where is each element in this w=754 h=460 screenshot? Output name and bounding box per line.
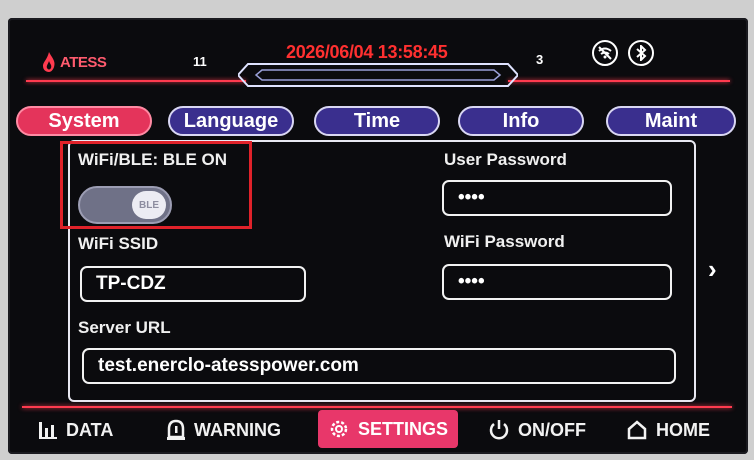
header-divider-left xyxy=(26,80,246,82)
header-indicator-left: 11 xyxy=(193,54,207,69)
wifi-ble-label: WiFi/BLE: BLE ON xyxy=(78,150,228,169)
nav-warning-label: WARNING xyxy=(194,419,281,440)
next-page-chevron[interactable]: › xyxy=(708,254,717,285)
wifi-ssid-label: WiFi SSID xyxy=(78,234,159,253)
header-indicator-right: 3 xyxy=(536,52,544,67)
server-url-field[interactable]: test.enerclo-atesspower.com xyxy=(82,348,676,384)
power-icon xyxy=(489,420,509,440)
device-frame: ATESS 11 2026/06/04 13:58:45 3 System La… xyxy=(0,0,754,460)
tab-language-label: Language xyxy=(183,109,279,132)
bar-chart-icon xyxy=(39,422,57,439)
nav-home-label: HOME xyxy=(656,419,710,440)
screen: ATESS 11 2026/06/04 13:58:45 3 System La… xyxy=(8,18,748,454)
nav-onoff-label: ON/OFF xyxy=(518,419,586,440)
nav-warning[interactable]: WARNING xyxy=(166,410,281,450)
header-divider-right xyxy=(508,80,730,82)
nav-home[interactable]: HOME xyxy=(626,410,710,450)
header-frame xyxy=(238,63,518,87)
nav-settings[interactable]: SETTINGS xyxy=(318,410,459,448)
tab-maint-label: Maint xyxy=(644,109,698,132)
tab-info-label: Info xyxy=(502,109,540,132)
bottom-divider xyxy=(22,406,732,408)
status-icons xyxy=(592,40,654,66)
brand-name: ATESS xyxy=(60,53,107,71)
alarm-icon xyxy=(167,419,185,440)
user-password-field[interactable]: •••• xyxy=(442,180,672,216)
bluetooth-icon xyxy=(628,40,654,66)
wifi-password-field[interactable]: •••• xyxy=(442,264,672,300)
tab-system[interactable]: System xyxy=(16,106,152,136)
nav-data[interactable]: DATA xyxy=(38,410,113,450)
nav-data-label: DATA xyxy=(66,419,114,440)
tab-time[interactable]: Time xyxy=(314,106,440,136)
top-bar: ATESS 11 2026/06/04 13:58:45 3 xyxy=(8,18,748,90)
wifi-off-icon xyxy=(592,40,618,66)
tab-language[interactable]: Language xyxy=(168,106,294,136)
flame-icon xyxy=(43,52,55,72)
tab-info[interactable]: Info xyxy=(458,106,584,136)
home-icon xyxy=(627,420,647,440)
ble-toggle[interactable]: BLE xyxy=(78,186,172,224)
ble-toggle-knob: BLE xyxy=(132,191,166,219)
nav-onoff[interactable]: ON/OFF xyxy=(488,410,586,450)
tab-maint[interactable]: Maint xyxy=(606,106,736,136)
server-url-label: Server URL xyxy=(78,318,171,337)
tab-time-label: Time xyxy=(353,109,401,132)
brand-logo: ATESS xyxy=(42,52,107,72)
gear-icon xyxy=(330,420,348,438)
tab-system-label: System xyxy=(48,109,120,132)
wifi-ssid-field[interactable]: TP-CDZ xyxy=(80,266,306,302)
user-password-label: User Password xyxy=(444,150,567,169)
wifi-password-label: WiFi Password xyxy=(444,232,565,251)
datetime-display: 2026/06/04 13:58:45 xyxy=(286,42,448,62)
nav-settings-label: SETTINGS xyxy=(358,418,449,439)
